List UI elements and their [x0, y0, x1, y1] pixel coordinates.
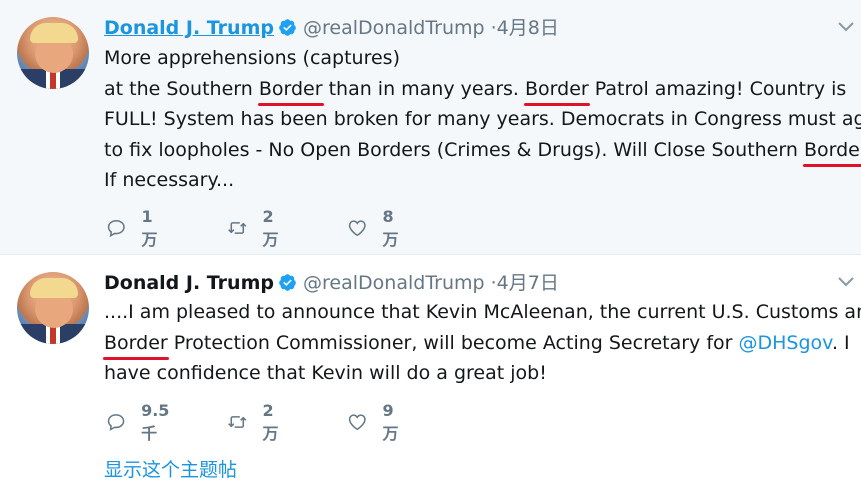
chevron-down-icon[interactable]	[837, 275, 855, 289]
reply-button[interactable]: 1万	[106, 207, 163, 249]
retweet-button[interactable]: 2万	[227, 207, 284, 249]
tweet-1[interactable]: Donald J. Trump @realDonaldTrump ·4月8日 M…	[0, 0, 861, 255]
heart-icon	[348, 220, 366, 237]
verified-badge-icon	[279, 274, 296, 291]
tweet-line: If necessary...	[104, 169, 235, 191]
heart-icon	[348, 414, 366, 431]
author-name[interactable]: Donald J. Trump	[104, 272, 274, 294]
reply-icon	[107, 414, 125, 431]
retweet-count: 2万	[262, 206, 279, 249]
tweet-line: FULL! System has been broken for many ye…	[104, 108, 861, 130]
tweet-line: Border Protection Commissioner, will bec…	[103, 328, 861, 360]
tweet-text: More apprehensions (captures) at the Sou…	[104, 43, 861, 196]
author-handle[interactable]: @realDonaldTrump	[303, 272, 485, 294]
chevron-down-icon[interactable]	[837, 20, 855, 34]
like-count: 9万	[382, 400, 399, 443]
avatar[interactable]	[17, 272, 89, 344]
highlighted-word: Border	[257, 74, 324, 106]
retweet-icon	[228, 416, 247, 428]
tweet-line: to fix loopholes - No Open Borders (Crim…	[104, 135, 861, 167]
tweet-text: ....I am pleased to announce that Kevin …	[103, 297, 861, 389]
tweet-line: More apprehensions (captures)	[104, 47, 400, 69]
avatar[interactable]	[17, 17, 89, 89]
tweet-header: Donald J. Trump @realDonaldTrump ·4月8日	[104, 16, 559, 40]
tweet-date[interactable]: 4月7日	[497, 272, 559, 294]
tweet-header: Donald J. Trump @realDonaldTrump ·4月7日	[104, 271, 559, 295]
retweet-count: 2万	[262, 400, 279, 443]
author-name[interactable]: Donald J. Trump	[104, 17, 274, 39]
verified-badge-icon	[279, 19, 296, 36]
reply-count: 9.5千	[141, 400, 170, 443]
like-count: 8万	[382, 206, 399, 249]
retweet-icon	[228, 222, 247, 234]
mention-link[interactable]: @DHSgov	[739, 332, 832, 354]
tweet-2[interactable]: Donald J. Trump @realDonaldTrump ·4月7日 .…	[0, 255, 861, 491]
tweet-date[interactable]: 4月8日	[497, 17, 559, 39]
reply-count: 1万	[141, 206, 158, 249]
highlighted-word: Border	[802, 135, 861, 167]
author-handle[interactable]: @realDonaldTrump	[303, 17, 485, 39]
tweet-line: have confidence that Kevin will do a gre…	[104, 362, 547, 384]
highlighted-word: Border	[103, 328, 169, 360]
show-thread-link[interactable]: 显示这个主题帖	[104, 455, 237, 482]
tweet-line: ....I am pleased to announce that Kevin …	[104, 301, 861, 323]
retweet-button[interactable]: 2万	[227, 401, 284, 443]
highlighted-word: Border	[524, 74, 590, 106]
like-button[interactable]: 8万	[347, 207, 404, 249]
reply-button[interactable]: 9.5千	[106, 401, 175, 443]
like-button[interactable]: 9万	[347, 401, 404, 443]
reply-icon	[107, 219, 125, 238]
tweet-line: at the Southern Border than in many year…	[104, 74, 861, 106]
